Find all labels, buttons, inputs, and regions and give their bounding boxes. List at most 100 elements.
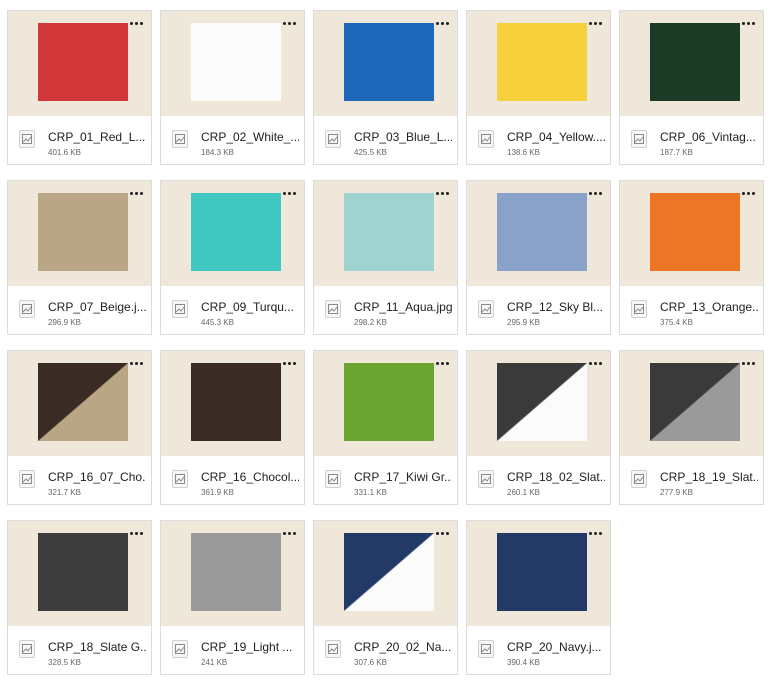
file-meta: CRP_09_Turqu... 445.3 KB xyxy=(161,287,304,334)
more-options-icon[interactable] xyxy=(586,356,604,370)
file-name[interactable]: CRP_03_Blue_L... xyxy=(354,130,452,144)
more-options-icon[interactable] xyxy=(127,16,145,30)
file-thumbnail[interactable] xyxy=(467,351,610,456)
file-card[interactable]: CRP_20_Navy.j... 390.4 KB xyxy=(466,520,611,675)
more-options-icon[interactable] xyxy=(739,16,757,30)
image-file-icon xyxy=(478,470,494,488)
file-thumbnail[interactable] xyxy=(8,351,151,456)
file-name[interactable]: CRP_01_Red_L... xyxy=(48,130,146,144)
color-swatch-image xyxy=(497,363,587,441)
file-card[interactable]: CRP_20_02_Na... 307.6 KB xyxy=(313,520,458,675)
image-file-icon xyxy=(172,130,188,148)
file-name[interactable]: CRP_18_02_Slat... xyxy=(507,470,605,484)
file-card[interactable]: CRP_04_Yellow.... 138.6 KB xyxy=(466,10,611,165)
file-size: 331.1 KB xyxy=(354,488,387,497)
color-swatch-image xyxy=(191,23,281,101)
more-options-icon[interactable] xyxy=(739,186,757,200)
file-card[interactable]: CRP_02_White_... 184.3 KB xyxy=(160,10,305,165)
file-meta: CRP_16_Chocol... 361.9 KB xyxy=(161,457,304,504)
file-name[interactable]: CRP_09_Turqu... xyxy=(201,300,299,314)
more-options-icon[interactable] xyxy=(127,186,145,200)
file-thumbnail[interactable] xyxy=(620,11,763,116)
file-thumbnail[interactable] xyxy=(8,181,151,286)
more-options-icon[interactable] xyxy=(280,186,298,200)
file-card[interactable]: CRP_03_Blue_L... 425.5 KB xyxy=(313,10,458,165)
file-thumbnail[interactable] xyxy=(8,11,151,116)
more-options-icon[interactable] xyxy=(586,16,604,30)
file-name[interactable]: CRP_18_Slate G... xyxy=(48,640,146,654)
file-name[interactable]: CRP_20_Navy.j... xyxy=(507,640,605,654)
file-card[interactable]: CRP_19_Light ... 241 KB xyxy=(160,520,305,675)
file-size: 298.2 KB xyxy=(354,318,387,327)
file-card[interactable]: CRP_16_Chocol... 361.9 KB xyxy=(160,350,305,505)
file-meta: CRP_07_Beige.j... 296.9 KB xyxy=(8,287,151,334)
file-thumbnail[interactable] xyxy=(314,521,457,626)
file-name[interactable]: CRP_16_07_Cho... xyxy=(48,470,146,484)
file-card[interactable]: CRP_09_Turqu... 445.3 KB xyxy=(160,180,305,335)
file-thumbnail[interactable] xyxy=(161,11,304,116)
file-name[interactable]: CRP_19_Light ... xyxy=(201,640,299,654)
more-options-icon[interactable] xyxy=(433,186,451,200)
file-size: 260.1 KB xyxy=(507,488,540,497)
file-name[interactable]: CRP_16_Chocol... xyxy=(201,470,299,484)
file-thumbnail[interactable] xyxy=(8,521,151,626)
more-options-icon[interactable] xyxy=(433,526,451,540)
file-thumbnail[interactable] xyxy=(161,521,304,626)
file-size: 375.4 KB xyxy=(660,318,693,327)
file-name[interactable]: CRP_17_Kiwi Gr... xyxy=(354,470,452,484)
file-name[interactable]: CRP_12_Sky Bl... xyxy=(507,300,605,314)
file-meta: CRP_03_Blue_L... 425.5 KB xyxy=(314,117,457,164)
file-thumbnail[interactable] xyxy=(161,181,304,286)
file-name[interactable]: CRP_02_White_... xyxy=(201,130,299,144)
file-card[interactable]: CRP_18_19_Slat... 277.9 KB xyxy=(619,350,764,505)
file-card[interactable]: CRP_18_Slate G... 328.5 KB xyxy=(7,520,152,675)
image-file-icon xyxy=(631,300,647,318)
file-card[interactable]: CRP_13_Orange... 375.4 KB xyxy=(619,180,764,335)
image-file-icon xyxy=(478,130,494,148)
file-card[interactable]: CRP_11_Aqua.jpg 298.2 KB xyxy=(313,180,458,335)
file-name[interactable]: CRP_20_02_Na... xyxy=(354,640,452,654)
file-name[interactable]: CRP_06_Vintag... xyxy=(660,130,758,144)
file-meta: CRP_16_07_Cho... 321.7 KB xyxy=(8,457,151,504)
file-size: 361.9 KB xyxy=(201,488,234,497)
file-thumbnail[interactable] xyxy=(314,351,457,456)
more-options-icon[interactable] xyxy=(586,526,604,540)
file-thumbnail[interactable] xyxy=(620,351,763,456)
file-card[interactable]: CRP_06_Vintag... 187.7 KB xyxy=(619,10,764,165)
more-options-icon[interactable] xyxy=(280,16,298,30)
file-card[interactable]: CRP_17_Kiwi Gr... 331.1 KB xyxy=(313,350,458,505)
file-name[interactable]: CRP_11_Aqua.jpg xyxy=(354,300,452,314)
file-name[interactable]: CRP_13_Orange... xyxy=(660,300,758,314)
file-thumbnail[interactable] xyxy=(467,11,610,116)
color-swatch-image xyxy=(344,23,434,101)
more-options-icon[interactable] xyxy=(127,526,145,540)
file-card[interactable]: CRP_16_07_Cho... 321.7 KB xyxy=(7,350,152,505)
more-options-icon[interactable] xyxy=(739,356,757,370)
file-card[interactable]: CRP_01_Red_L... 401.6 KB xyxy=(7,10,152,165)
file-thumbnail[interactable] xyxy=(467,521,610,626)
file-card[interactable]: CRP_12_Sky Bl... 295.9 KB xyxy=(466,180,611,335)
file-name[interactable]: CRP_07_Beige.j... xyxy=(48,300,146,314)
file-size: 390.4 KB xyxy=(507,658,540,667)
file-name[interactable]: CRP_04_Yellow.... xyxy=(507,130,605,144)
more-options-icon[interactable] xyxy=(280,526,298,540)
file-card[interactable]: CRP_07_Beige.j... 296.9 KB xyxy=(7,180,152,335)
more-options-icon[interactable] xyxy=(127,356,145,370)
file-thumbnail[interactable] xyxy=(314,11,457,116)
file-thumbnail[interactable] xyxy=(620,181,763,286)
file-thumbnail[interactable] xyxy=(161,351,304,456)
more-options-icon[interactable] xyxy=(586,186,604,200)
image-file-icon xyxy=(325,130,341,148)
more-options-icon[interactable] xyxy=(280,356,298,370)
file-thumbnail[interactable] xyxy=(314,181,457,286)
file-card[interactable]: CRP_18_02_Slat... 260.1 KB xyxy=(466,350,611,505)
more-options-icon[interactable] xyxy=(433,16,451,30)
file-name[interactable]: CRP_18_19_Slat... xyxy=(660,470,758,484)
file-size: 321.7 KB xyxy=(48,488,81,497)
file-thumbnail[interactable] xyxy=(467,181,610,286)
image-file-icon xyxy=(631,470,647,488)
file-meta: CRP_17_Kiwi Gr... 331.1 KB xyxy=(314,457,457,504)
more-options-icon[interactable] xyxy=(433,356,451,370)
color-swatch-image xyxy=(38,533,128,611)
file-size: 401.6 KB xyxy=(48,148,81,157)
